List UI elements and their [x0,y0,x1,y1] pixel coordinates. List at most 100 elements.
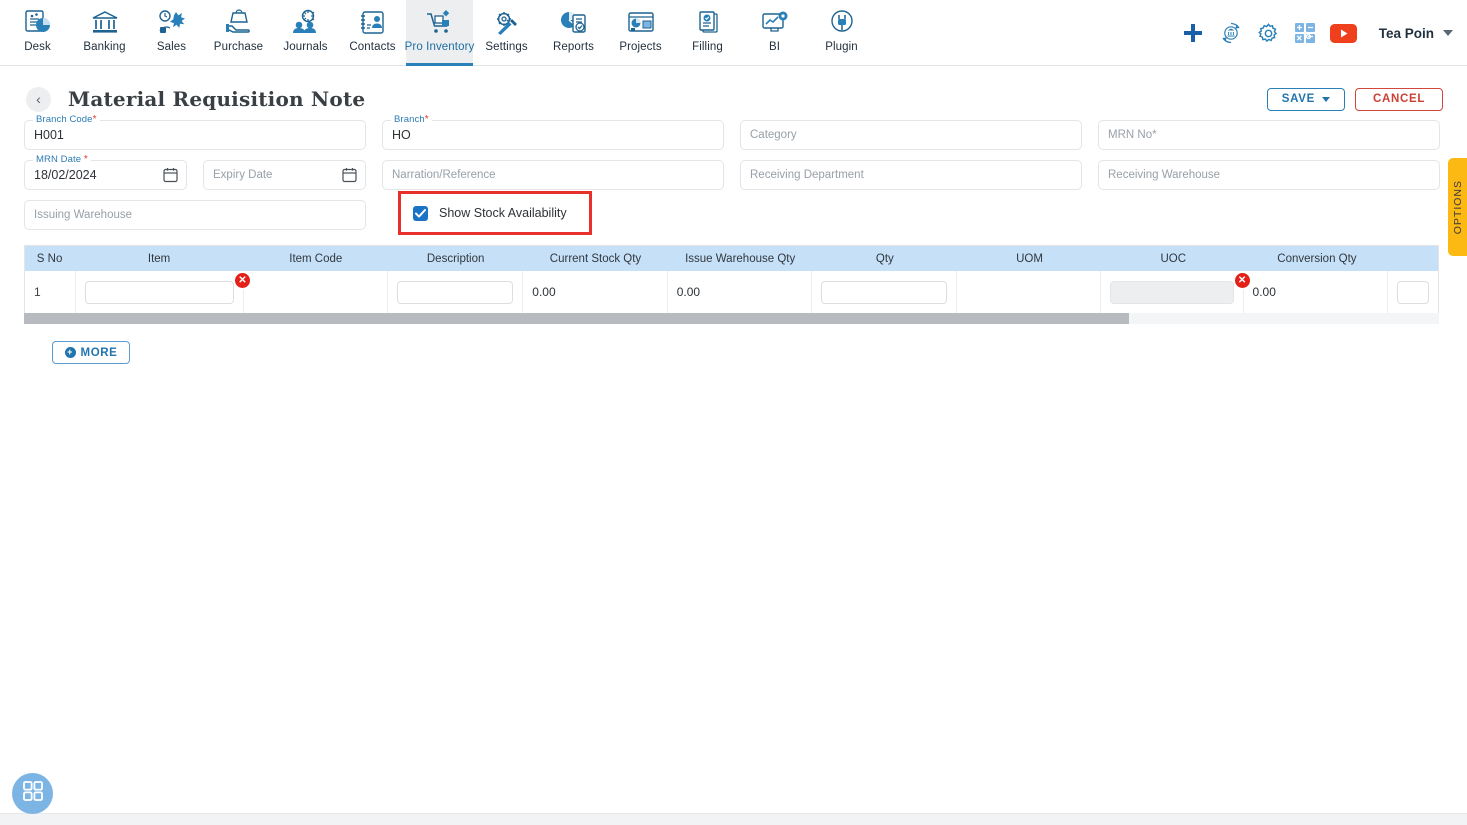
receiving-warehouse-field[interactable]: Receiving Warehouse [1098,160,1440,190]
mrn-date-field[interactable]: MRN Date * 18/02/2024 [24,154,187,190]
branch-value: HO [392,128,411,142]
nav-item-plugin[interactable]: Plugin [808,0,875,66]
nav-label: Filling [692,41,723,53]
top-navigation-bar: Desk Banking Sales Purchase Journals Con… [0,0,1467,66]
nav-item-purchase[interactable]: Purchase [205,0,272,66]
scrollbar-thumb[interactable] [24,313,1129,324]
uoc-error-icon[interactable]: ✕ [1234,273,1250,288]
receiving-department-field[interactable]: Receiving Department [740,160,1082,190]
nav-item-filling[interactable]: Filling [674,0,741,66]
sales-icon [157,6,187,40]
branch-label: Branch* [391,114,432,125]
nav-item-pro-inventory[interactable]: Pro Inventory [404,0,475,66]
show-stock-availability-checkbox[interactable] [413,205,428,221]
branch-code-label: Branch Code* [33,114,100,125]
form-row-2: MRN Date * 18/02/2024 Expiry Date Narrat… [24,154,1443,190]
grid-apps-icon [22,781,43,806]
journals-icon [291,6,321,40]
uoc-input[interactable] [1110,280,1234,304]
grid-horizontal-scrollbar[interactable] [24,313,1439,324]
item-error-icon[interactable]: ✕ [234,273,250,288]
cell-description [388,271,524,313]
user-menu[interactable]: Tea Poin [1379,26,1453,41]
branch-field[interactable]: Branch* HO [382,114,724,150]
cancel-button[interactable]: CANCEL [1355,87,1443,111]
dashboard-icon [23,6,53,40]
add-icon[interactable] [1181,21,1205,45]
cell-item-code[interactable] [244,271,389,313]
apps-fab-button[interactable] [12,773,53,814]
save-button[interactable]: SAVE [1266,87,1345,111]
cell-extra [1388,271,1438,313]
purchase-icon [224,6,254,40]
row-serial-number: 1 [34,285,41,299]
column-header-qty: Qty [813,246,958,271]
show-stock-availability-highlight: Show Stock Availability [398,191,592,235]
branch-code-field[interactable]: Branch Code* H001 [24,114,366,150]
back-button[interactable]: ‹ [26,86,51,112]
more-button-label: MORE [80,346,118,359]
nav-item-banking[interactable]: Banking [71,0,138,66]
youtube-icon[interactable] [1329,23,1357,43]
mrn-no-field[interactable]: MRN No* [1098,120,1440,150]
bi-icon [760,6,790,40]
show-stock-availability-label: Show Stock Availability [439,206,567,220]
cancel-button-label: CANCEL [1372,93,1426,105]
grid-header-row: S No Item Item Code Description Current … [25,246,1438,271]
calendar-icon[interactable] [156,161,184,189]
reports-icon [559,6,589,40]
calculator-icon[interactable] [1294,22,1316,44]
mrn-no-placeholder: MRN No* [1108,129,1157,141]
bank-sync-icon[interactable] [1219,21,1243,45]
column-header-current-stock-qty: Current Stock Qty [524,246,669,271]
footer-bar [0,813,1467,825]
issue-warehouse-qty-value: 0.00 [676,285,701,299]
form-area: Branch Code* H001 Branch* HO Category MR… [0,114,1467,235]
column-header-issue-warehouse-qty: Issue Warehouse Qty [668,246,813,271]
column-header-s-no: S No [25,246,76,271]
gear-icon[interactable] [1257,22,1280,45]
projects-icon [626,6,656,40]
item-input[interactable] [84,280,234,304]
nav-item-settings[interactable]: Settings [473,0,540,66]
nav-item-journals[interactable]: Journals [272,0,339,66]
nav-item-projects[interactable]: Projects [607,0,674,66]
column-header-item: Item [75,246,244,271]
nav-label: Journals [283,41,328,53]
qty-input[interactable] [821,280,947,304]
page-title: Material Requisition Note [68,87,366,111]
description-input[interactable] [397,280,514,304]
narration-field[interactable]: Narration/Reference [382,160,724,190]
nav-label: Reports [553,41,594,53]
mrn-date-value: 18/02/2024 [34,168,97,182]
calendar-icon[interactable] [335,161,363,189]
nav-label: Pro Inventory [404,41,475,53]
nav-item-desk[interactable]: Desk [4,0,71,66]
form-row-1: Branch Code* H001 Branch* HO Category MR… [24,114,1443,150]
cell-issue-warehouse-qty: 0.00 [668,271,813,313]
nav-item-bi[interactable]: BI [741,0,808,66]
user-name: Tea Poin [1378,25,1434,41]
nav-label: Sales [156,41,187,53]
expiry-date-field[interactable]: Expiry Date [203,160,366,190]
nav-label: Desk [24,41,51,53]
options-tab[interactable]: OPTIONS [1448,158,1467,256]
cell-item: ✕ [76,271,250,313]
chevron-down-icon[interactable] [1322,96,1330,102]
cell-qty [812,271,957,313]
nav-item-contacts[interactable]: Contacts [339,0,406,66]
category-field[interactable]: Category [740,120,1082,150]
column-header-item-code: Item Code [244,246,389,271]
issuing-warehouse-field[interactable]: Issuing Warehouse [24,200,366,230]
nav-label: Purchase [213,41,264,53]
nav-item-reports[interactable]: Reports [540,0,607,66]
branch-code-value: H001 [34,128,64,142]
nav-item-sales[interactable]: Sales [138,0,205,66]
more-button[interactable]: + MORE [52,341,130,364]
cell-conversion-qty: 0.00 [1244,271,1388,313]
cell-uom[interactable] [957,271,1102,313]
extra-input[interactable] [1396,280,1429,304]
nav-label: BI [768,41,781,53]
nav-label: Banking [83,41,126,53]
cell-s-no: 1 [25,271,76,313]
